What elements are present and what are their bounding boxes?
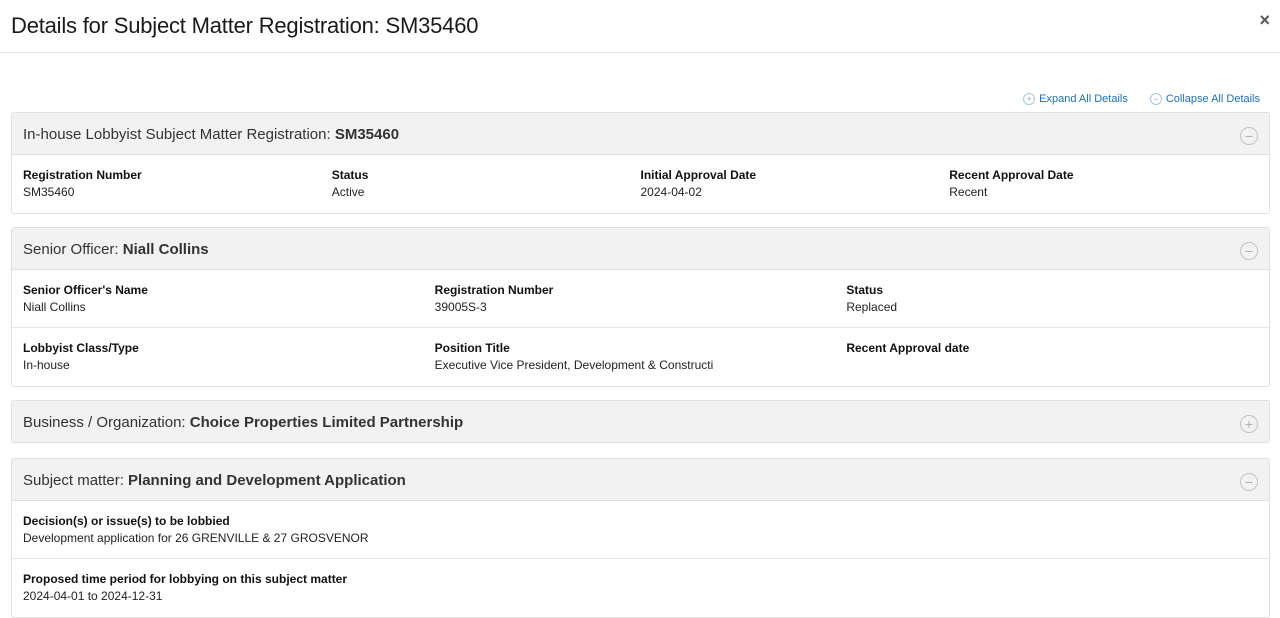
senior-officer-panel: Senior Officer: Niall Collins − Senior O… — [11, 227, 1270, 387]
field-senior-officer-name: Senior Officer's Name Niall Collins — [23, 283, 148, 314]
registration-panel-header[interactable]: In-house Lobbyist Subject Matter Registr… — [12, 113, 1269, 155]
business-panel-header[interactable]: Business / Organization: Choice Properti… — [12, 401, 1269, 442]
collapse-all-label: Collapse All Details — [1165, 93, 1260, 105]
expand-all-link[interactable]: + Expand All Details — [1023, 93, 1128, 105]
expand-collapse-controls: + Expand All Details − Collapse All Deta… — [1023, 93, 1260, 105]
registration-panel-title: In-house Lobbyist Subject Matter Registr… — [23, 126, 400, 143]
subject-field-decisions: Decision(s) or issue(s) to be lobbied De… — [12, 501, 1269, 559]
field-status: Status Active — [331, 168, 369, 199]
collapse-toggle-icon[interactable]: − — [1240, 242, 1258, 260]
subject-matter-panel-title: Subject matter: Planning and Development… — [23, 472, 406, 489]
subject-field-time-period: Proposed time period for lobbying on thi… — [23, 572, 348, 603]
business-organization-panel: Business / Organization: Choice Properti… — [11, 400, 1270, 443]
field-position-title: Position Title Executive Vice President,… — [434, 341, 714, 372]
senior-officer-panel-header[interactable]: Senior Officer: Niall Collins − — [12, 228, 1269, 270]
plus-circle-icon: + — [1023, 93, 1036, 105]
collapse-all-link[interactable]: − Collapse All Details — [1149, 93, 1260, 105]
officer-fields-row-1: Senior Officer's Name Niall Collins Regi… — [12, 270, 1269, 328]
field-officer-recent-approval-date: Recent Approval date — [846, 341, 970, 355]
collapse-toggle-icon[interactable]: − — [1240, 127, 1258, 145]
collapse-toggle-icon[interactable]: − — [1240, 473, 1258, 491]
field-registration-number: Registration Number SM35460 — [23, 168, 142, 199]
close-button[interactable]: × — [1259, 10, 1270, 30]
minus-circle-icon: − — [1149, 93, 1162, 105]
registration-fields-row: Registration Number SM35460 Status Activ… — [12, 155, 1269, 213]
officer-fields-row-2: Lobbyist Class/Type In-house Position Ti… — [12, 328, 1269, 386]
registration-panel: In-house Lobbyist Subject Matter Registr… — [11, 112, 1270, 214]
expand-toggle-icon[interactable]: + — [1240, 415, 1258, 433]
field-lobbyist-class: Lobbyist Class/Type In-house — [23, 341, 139, 372]
subject-matter-panel: Subject matter: Planning and Development… — [11, 458, 1270, 618]
business-panel-title: Business / Organization: Choice Properti… — [23, 414, 464, 431]
modal-header: Details for Subject Matter Registration:… — [0, 0, 1280, 53]
senior-officer-panel-title: Senior Officer: Niall Collins — [23, 241, 209, 258]
field-officer-status: Status Replaced — [846, 283, 898, 314]
subject-matter-panel-header[interactable]: Subject matter: Planning and Development… — [12, 459, 1269, 501]
field-officer-registration-number: Registration Number 39005S-3 — [434, 283, 554, 314]
expand-all-label: Expand All Details — [1039, 93, 1128, 105]
field-recent-approval-date: Recent Approval Date Recent — [949, 168, 1074, 199]
field-initial-approval-date: Initial Approval Date 2024-04-02 — [640, 168, 757, 199]
modal-title: Details for Subject Matter Registration:… — [11, 13, 479, 38]
